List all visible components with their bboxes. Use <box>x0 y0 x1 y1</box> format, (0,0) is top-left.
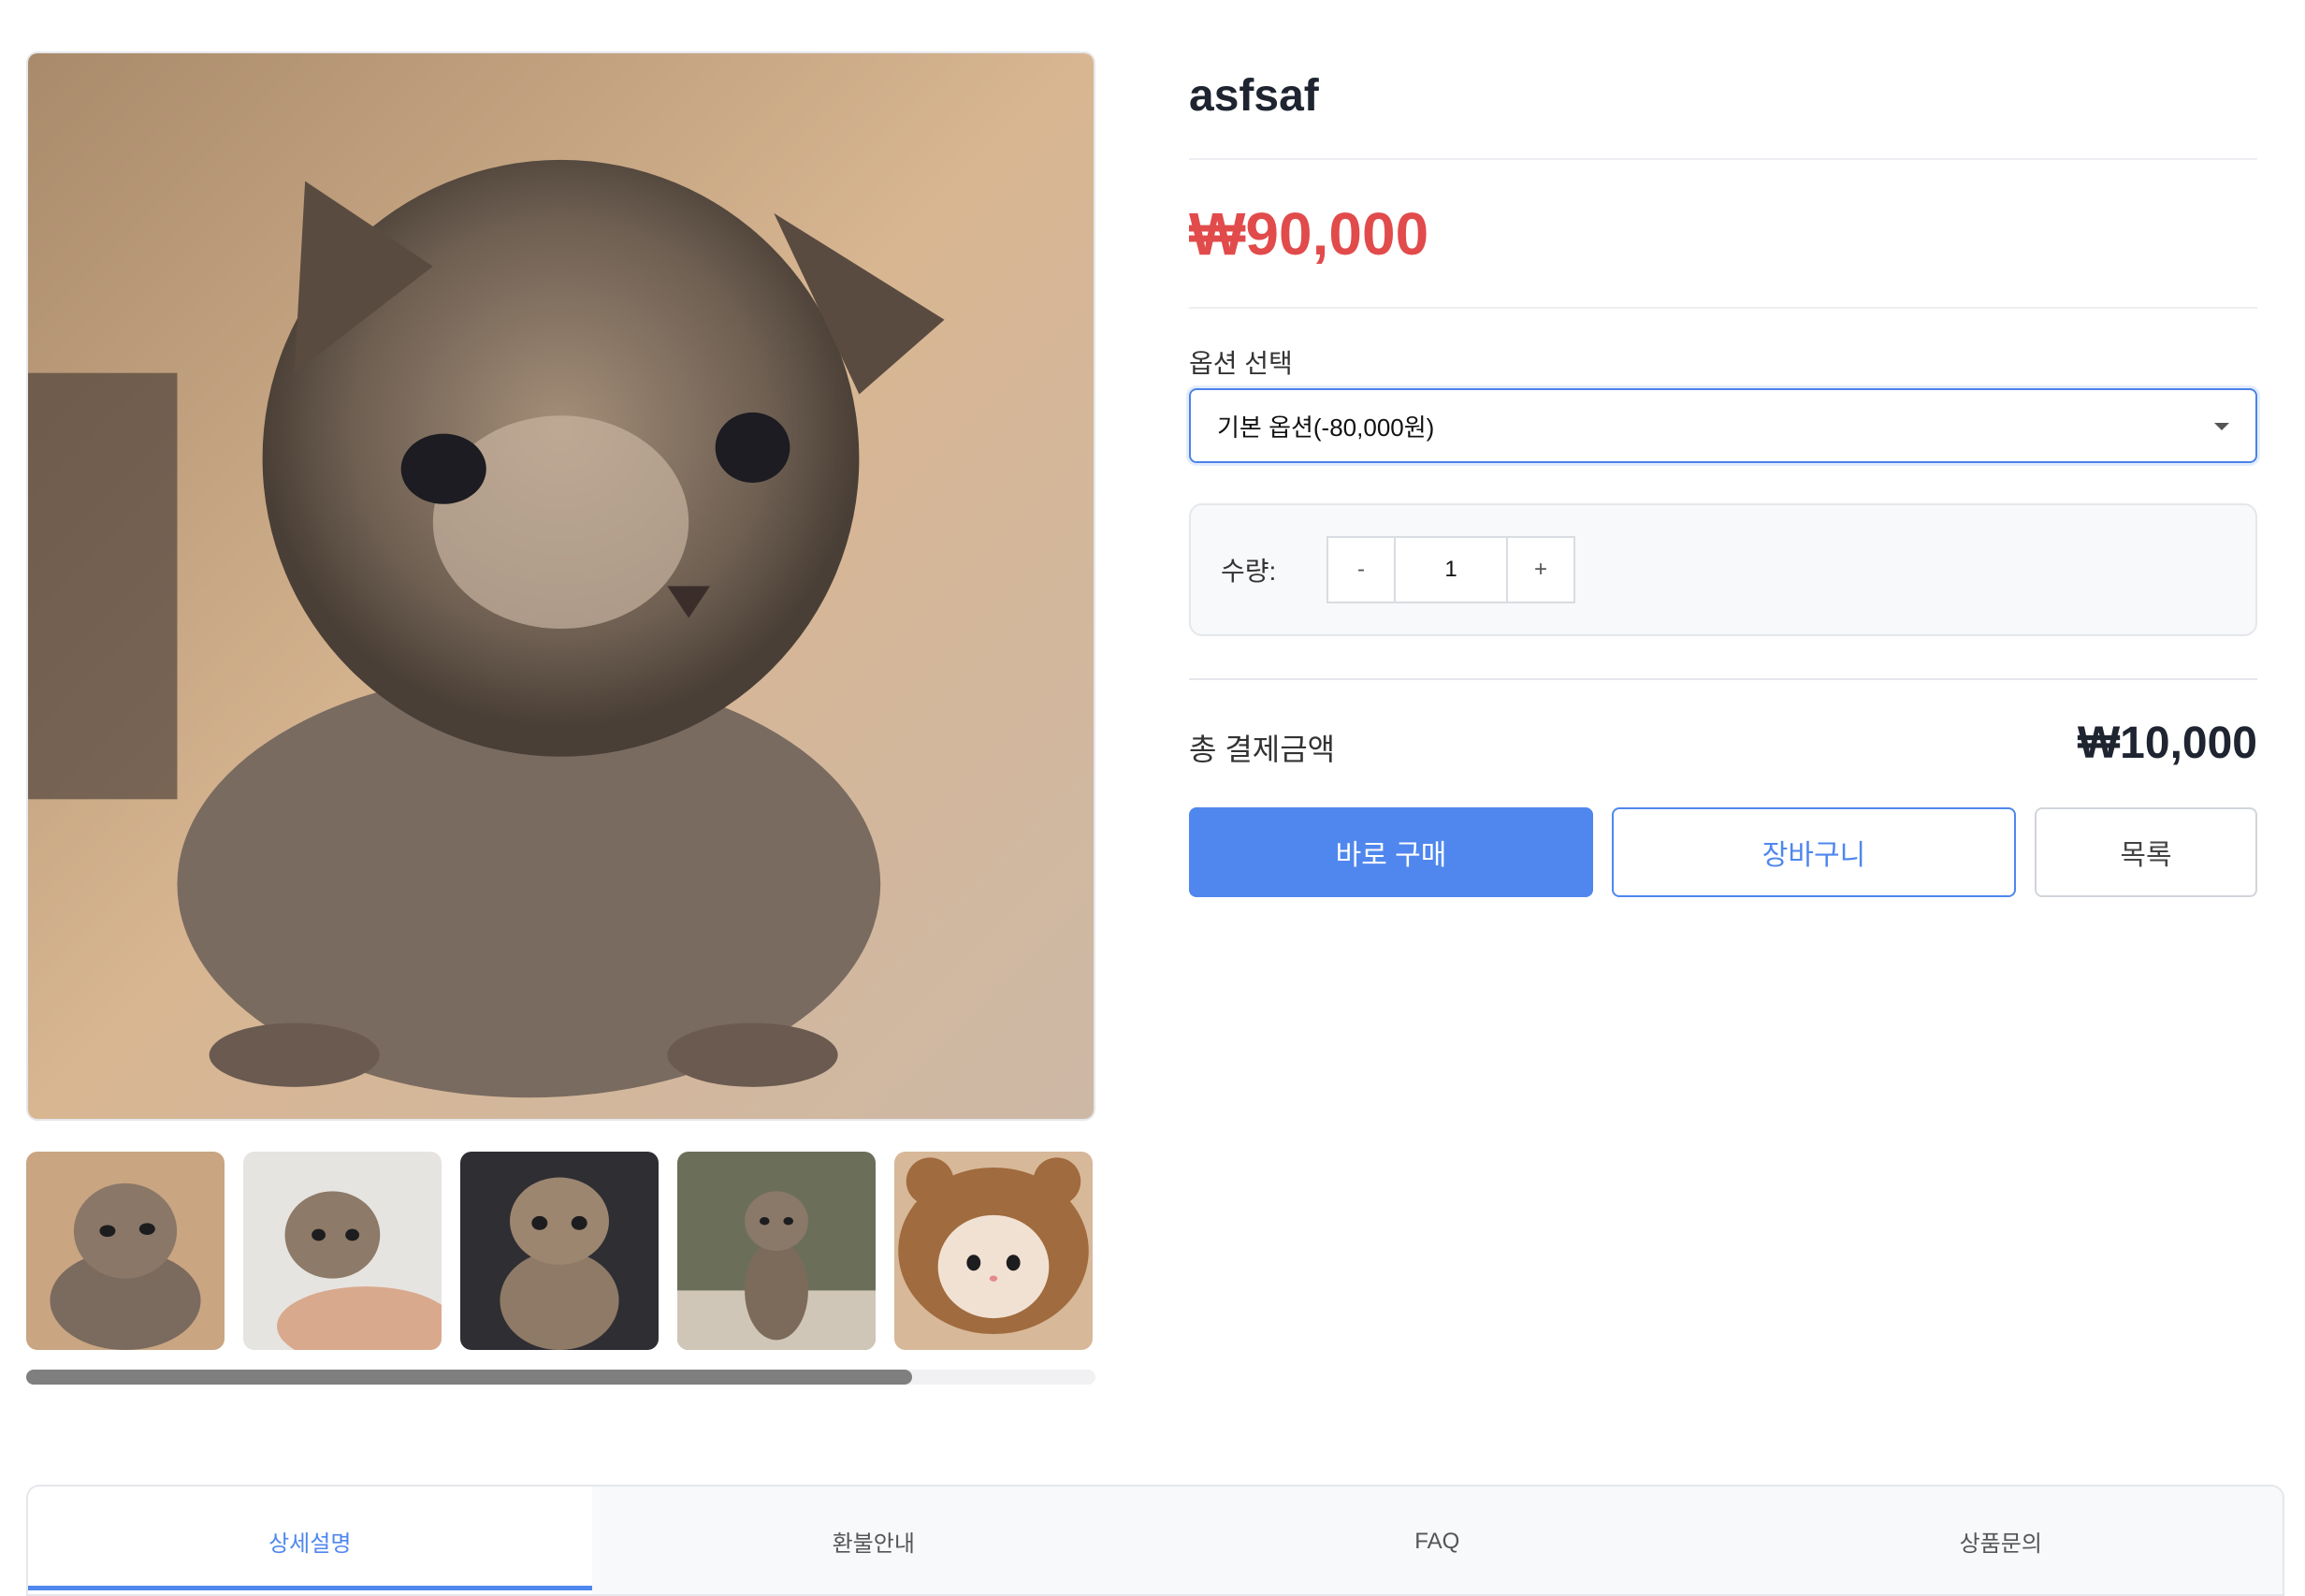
product-info: asfsaf ₩90,000 옵션 선택 기본 옵션(-80,000원) 수량:… <box>1189 51 2257 897</box>
quantity-input[interactable]: 1 <box>1394 538 1508 602</box>
quantity-label: 수량: <box>1221 557 1277 586</box>
product-main-image <box>26 51 1095 1121</box>
product-title: asfsaf <box>1189 51 2257 160</box>
thumbnail-4[interactable] <box>677 1152 876 1350</box>
thumbnail-5[interactable] <box>894 1152 1093 1350</box>
list-button[interactable]: 목록 <box>2035 807 2257 897</box>
option-label: 옵션 선택 <box>1189 349 1293 378</box>
quantity-plus-button[interactable]: + <box>1508 538 1573 602</box>
quantity-minus-button[interactable]: - <box>1328 538 1394 602</box>
chevron-down-icon <box>2214 423 2229 430</box>
quantity-box: 수량: - 1 + <box>1189 503 2257 636</box>
thumbnail-3[interactable] <box>460 1152 659 1350</box>
tab-detail[interactable]: 상세설명 <box>28 1487 592 1596</box>
total-value: ₩10,000 <box>2077 718 2257 768</box>
add-to-cart-button[interactable]: 장바구니 <box>1612 807 2016 897</box>
tab-refund[interactable]: 환불안내 <box>592 1487 1156 1596</box>
thumbnail-1[interactable] <box>26 1152 225 1350</box>
option-selected-value: 기본 옵션(-80,000원) <box>1217 413 1435 442</box>
option-select[interactable]: 기본 옵션(-80,000원) <box>1189 388 2257 463</box>
divider <box>1189 678 2257 680</box>
buy-now-button[interactable]: 바로 구매 <box>1189 807 1593 897</box>
thumbnail-2[interactable] <box>243 1152 442 1350</box>
thumbnail-scrollbar[interactable] <box>26 1370 1095 1385</box>
tab-faq[interactable]: FAQ <box>1155 1487 1719 1596</box>
quantity-stepper: - 1 + <box>1326 536 1575 603</box>
product-price: ₩90,000 <box>1189 160 2257 309</box>
thumbnail-scrollbar-thumb[interactable] <box>26 1370 912 1385</box>
thumbnail-strip <box>26 1152 1095 1350</box>
tab-inquiry[interactable]: 상품문의 <box>1719 1487 2283 1596</box>
product-tabs: 상세설명 환불안내 FAQ 상품문의 <box>26 1485 2284 1596</box>
total-label: 총 결제금액 <box>1189 733 1336 766</box>
